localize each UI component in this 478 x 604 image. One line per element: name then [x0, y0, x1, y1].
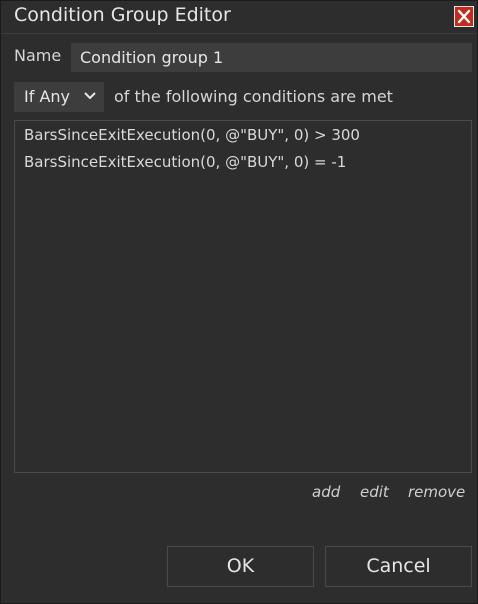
- condition-mode-dropdown[interactable]: If Any: [14, 82, 104, 112]
- close-icon: [457, 9, 471, 24]
- condition-mode-value: If Any: [24, 87, 70, 106]
- name-label: Name: [14, 46, 62, 65]
- add-link[interactable]: add: [312, 483, 340, 501]
- dialog-title: Condition Group Editor: [14, 4, 231, 26]
- close-button[interactable]: [454, 6, 474, 27]
- title-bar: Condition Group Editor: [1, 1, 477, 33]
- title-separator: [1, 33, 477, 34]
- list-item[interactable]: BarsSinceExitExecution(0, @"BUY", 0) > 3…: [24, 126, 360, 144]
- ok-button[interactable]: OK: [167, 546, 314, 587]
- list-item[interactable]: BarsSinceExitExecution(0, @"BUY", 0) = -…: [24, 153, 346, 171]
- cancel-button[interactable]: Cancel: [325, 546, 472, 587]
- chevron-down-icon: [84, 92, 96, 100]
- edit-link[interactable]: edit: [360, 483, 389, 501]
- name-input[interactable]: [71, 43, 472, 72]
- remove-link[interactable]: remove: [408, 483, 465, 501]
- condition-mode-suffix: of the following conditions are met: [114, 87, 393, 106]
- condition-group-editor-dialog: Condition Group Editor Name If Any of th…: [0, 0, 478, 604]
- conditions-list[interactable]: BarsSinceExitExecution(0, @"BUY", 0) > 3…: [14, 120, 472, 473]
